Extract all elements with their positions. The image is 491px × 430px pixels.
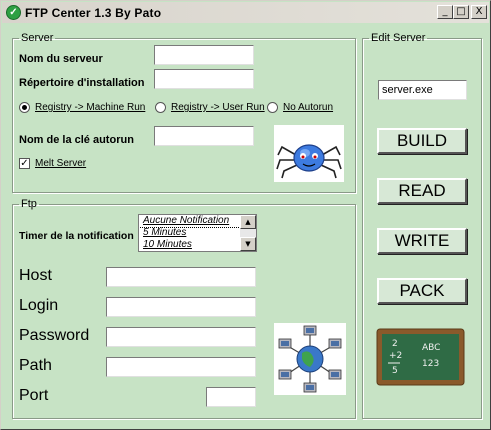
radio-selected-dot (22, 105, 27, 110)
radio-machine-run[interactable]: Registry -> Machine Run (19, 102, 145, 113)
timer-listbox[interactable]: Aucune Notification 5 Minutes 10 Minutes… (138, 214, 257, 252)
list-item[interactable]: 10 Minutes (139, 239, 240, 251)
chalk-bottom-left: 5 (392, 366, 398, 376)
app-check-icon: ✓ (6, 5, 21, 20)
radio-machine-run-circle[interactable] (19, 102, 30, 113)
list-item[interactable]: Aucune Notification (139, 215, 241, 228)
title-bar[interactable]: ✓ FTP Center 1.3 By Pato _ □ X (2, 2, 489, 23)
port-label: Port (19, 387, 49, 404)
radio-no-autorun-label: No Autorun (283, 102, 334, 113)
server-name-input[interactable] (154, 45, 254, 65)
pack-button[interactable]: PACK (377, 278, 467, 304)
radio-machine-run-label: Registry -> Machine Run (35, 102, 146, 113)
password-input[interactable] (106, 327, 256, 347)
window-title: FTP Center 1.3 By Pato (25, 5, 162, 20)
chalk-top-left: 2 (392, 339, 398, 349)
scroll-up-icon[interactable]: ▲ (240, 215, 256, 229)
list-item[interactable]: 5 Minutes (139, 227, 240, 239)
spider-icon (276, 144, 342, 179)
melt-server-label: Melt Server (35, 158, 87, 169)
server-group-legend: Server (21, 32, 54, 44)
port-input[interactable] (206, 387, 256, 407)
network-image (274, 323, 346, 395)
password-label: Password (19, 327, 90, 344)
radio-user-run-label: Registry -> User Run (171, 102, 265, 113)
server-filename-input[interactable] (378, 80, 467, 100)
radio-user-run[interactable]: Registry -> User Run (155, 102, 265, 113)
build-button[interactable]: BUILD (377, 128, 467, 154)
network-globe-icon (278, 325, 342, 393)
write-button[interactable]: WRITE (377, 228, 467, 254)
server-name-label: Nom du serveur (19, 53, 103, 65)
edit-server-legend: Edit Server (371, 32, 426, 44)
app-window: ✓ FTP Center 1.3 By Pato _ □ X Server No… (0, 0, 491, 430)
host-label: Host (19, 267, 52, 284)
radio-no-autorun-circle[interactable] (267, 102, 278, 113)
read-button[interactable]: READ (377, 178, 467, 204)
login-label: Login (19, 297, 59, 314)
scroll-down-icon[interactable]: ▼ (240, 237, 256, 251)
chalk-mid-left: +2 (389, 351, 402, 361)
timer-scrollbar[interactable]: ▲ ▼ (240, 215, 256, 251)
install-dir-input[interactable] (154, 69, 254, 89)
path-label: Path (19, 357, 52, 374)
ftp-group-legend: Ftp (21, 198, 37, 210)
chalk-bottom-right: 123 (422, 359, 439, 369)
timer-label: Timer de la notification (19, 230, 134, 242)
install-dir-label: Répertoire d'installation (19, 77, 145, 89)
spider-image (274, 125, 344, 182)
melt-checkbox-box[interactable]: ✓ (19, 158, 30, 169)
host-input[interactable] (106, 267, 256, 287)
chalkboard-icon: 2 +2 5 ABC 123 (376, 328, 465, 386)
autorun-key-label: Nom de la clé autorun (19, 134, 134, 146)
radio-no-autorun[interactable]: No Autorun (267, 102, 333, 113)
radio-user-run-circle[interactable] (155, 102, 166, 113)
window-controls: _ □ X (437, 5, 487, 19)
melt-server-checkbox[interactable]: ✓ Melt Server (19, 158, 86, 169)
minimize-button[interactable]: _ (437, 5, 453, 19)
autorun-key-input[interactable] (154, 126, 254, 146)
chalkboard-image: 2 +2 5 ABC 123 (376, 328, 465, 386)
maximize-button[interactable]: □ (453, 5, 469, 19)
path-input[interactable] (106, 357, 256, 377)
chalk-top-right: ABC (422, 343, 440, 353)
close-button[interactable]: X (471, 5, 487, 19)
login-input[interactable] (106, 297, 256, 317)
